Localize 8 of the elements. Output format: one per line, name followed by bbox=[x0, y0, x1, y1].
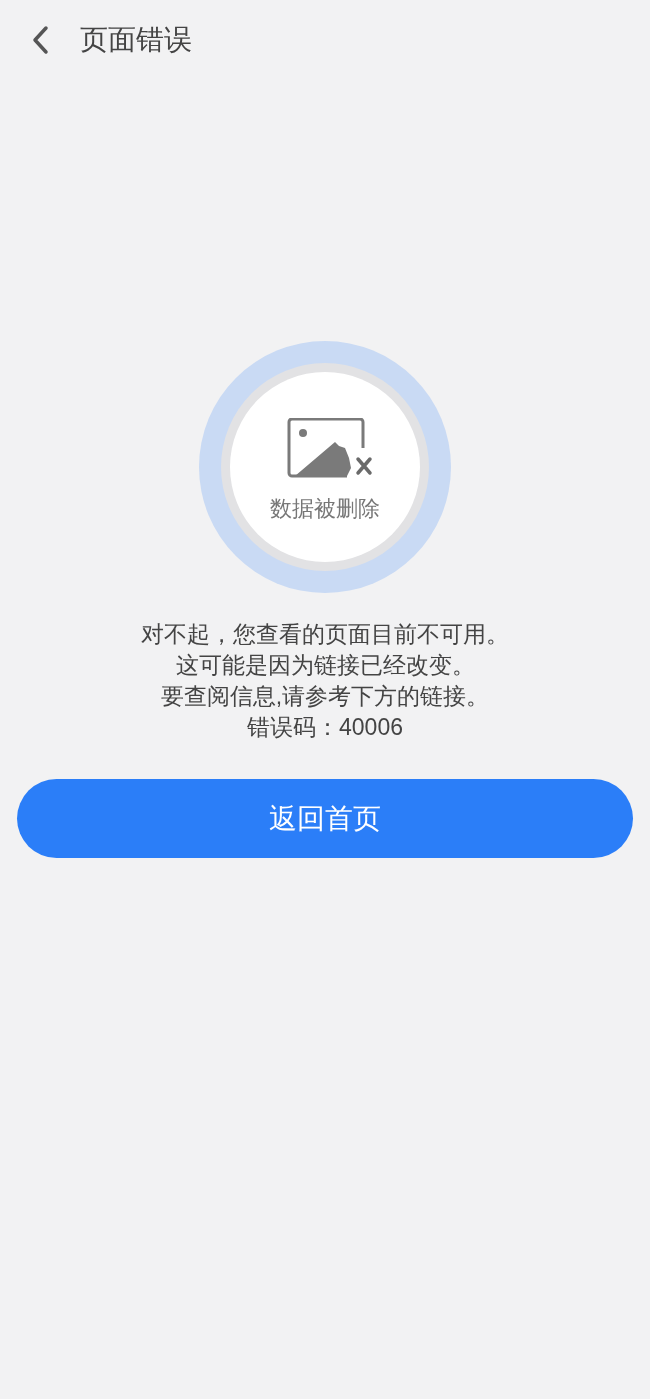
error-message-line: 这可能是因为链接已经改变。 bbox=[175, 651, 475, 680]
page-title: 页面错误 bbox=[80, 26, 192, 54]
broken-image-icon bbox=[287, 418, 373, 480]
error-message-line: 要查阅信息,请参考下方的链接。 bbox=[160, 682, 490, 711]
error-message-line: 错误码：40006 bbox=[247, 713, 403, 742]
error-message-line: 对不起，您查看的页面目前不可用。 bbox=[141, 620, 509, 649]
status-label: 数据被删除 bbox=[270, 498, 380, 520]
return-home-button[interactable]: 返回首页 bbox=[17, 779, 633, 858]
